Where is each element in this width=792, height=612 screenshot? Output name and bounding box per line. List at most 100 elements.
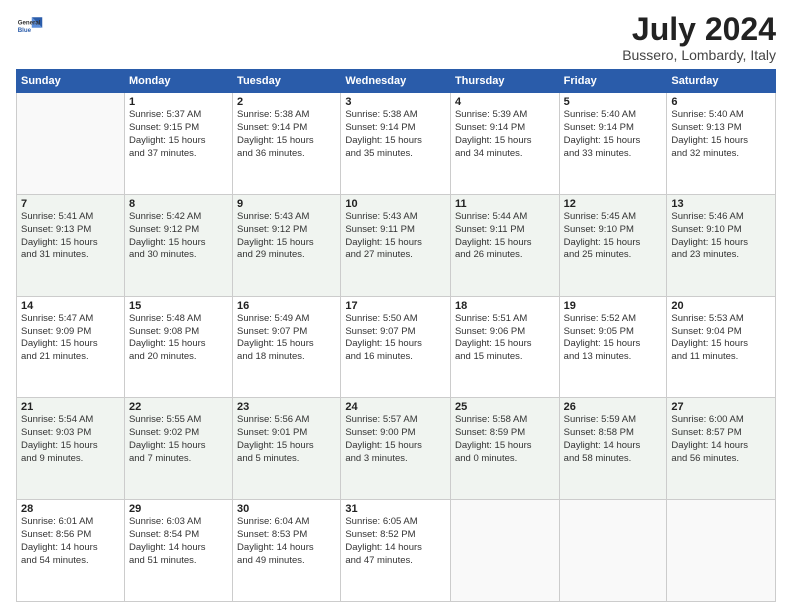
- weekday-sunday: Sunday: [17, 70, 125, 93]
- week-row-5: 28Sunrise: 6:01 AM Sunset: 8:56 PM Dayli…: [17, 500, 776, 602]
- day-info: Sunrise: 5:58 AM Sunset: 8:59 PM Dayligh…: [455, 414, 555, 465]
- week-row-1: 1Sunrise: 5:37 AM Sunset: 9:15 PM Daylig…: [17, 93, 776, 195]
- day-number: 27: [671, 401, 771, 413]
- day-number: 1: [129, 96, 228, 108]
- day-cell: 19Sunrise: 5:52 AM Sunset: 9:05 PM Dayli…: [559, 296, 667, 398]
- day-info: Sunrise: 5:45 AM Sunset: 9:10 PM Dayligh…: [564, 211, 663, 262]
- svg-text:General: General: [18, 19, 41, 26]
- day-cell: 21Sunrise: 5:54 AM Sunset: 9:03 PM Dayli…: [17, 398, 125, 500]
- day-cell: 26Sunrise: 5:59 AM Sunset: 8:58 PM Dayli…: [559, 398, 667, 500]
- day-info: Sunrise: 5:40 AM Sunset: 9:13 PM Dayligh…: [671, 109, 771, 160]
- day-number: 20: [671, 300, 771, 312]
- day-number: 2: [237, 96, 336, 108]
- day-number: 12: [564, 198, 663, 210]
- day-number: 17: [345, 300, 446, 312]
- day-cell: 31Sunrise: 6:05 AM Sunset: 8:52 PM Dayli…: [341, 500, 451, 602]
- day-info: Sunrise: 6:04 AM Sunset: 8:53 PM Dayligh…: [237, 516, 336, 567]
- day-info: Sunrise: 5:53 AM Sunset: 9:04 PM Dayligh…: [671, 313, 771, 364]
- day-number: 22: [129, 401, 228, 413]
- day-info: Sunrise: 5:51 AM Sunset: 9:06 PM Dayligh…: [455, 313, 555, 364]
- day-info: Sunrise: 5:57 AM Sunset: 9:00 PM Dayligh…: [345, 414, 446, 465]
- svg-text:Blue: Blue: [18, 27, 32, 34]
- day-number: 23: [237, 401, 336, 413]
- day-number: 7: [21, 198, 120, 210]
- day-info: Sunrise: 5:44 AM Sunset: 9:11 PM Dayligh…: [455, 211, 555, 262]
- day-number: 6: [671, 96, 771, 108]
- day-info: Sunrise: 5:38 AM Sunset: 9:14 PM Dayligh…: [345, 109, 446, 160]
- day-cell: 9Sunrise: 5:43 AM Sunset: 9:12 PM Daylig…: [233, 194, 341, 296]
- day-info: Sunrise: 5:50 AM Sunset: 9:07 PM Dayligh…: [345, 313, 446, 364]
- day-info: Sunrise: 5:55 AM Sunset: 9:02 PM Dayligh…: [129, 414, 228, 465]
- day-info: Sunrise: 5:47 AM Sunset: 9:09 PM Dayligh…: [21, 313, 120, 364]
- day-info: Sunrise: 5:43 AM Sunset: 9:12 PM Dayligh…: [237, 211, 336, 262]
- weekday-monday: Monday: [124, 70, 232, 93]
- day-number: 24: [345, 401, 446, 413]
- day-info: Sunrise: 5:42 AM Sunset: 9:12 PM Dayligh…: [129, 211, 228, 262]
- day-cell: 22Sunrise: 5:55 AM Sunset: 9:02 PM Dayli…: [124, 398, 232, 500]
- day-number: 16: [237, 300, 336, 312]
- day-number: 13: [671, 198, 771, 210]
- day-cell: [667, 500, 776, 602]
- day-info: Sunrise: 6:03 AM Sunset: 8:54 PM Dayligh…: [129, 516, 228, 567]
- day-number: 25: [455, 401, 555, 413]
- day-cell: 6Sunrise: 5:40 AM Sunset: 9:13 PM Daylig…: [667, 93, 776, 195]
- day-cell: [559, 500, 667, 602]
- day-cell: 23Sunrise: 5:56 AM Sunset: 9:01 PM Dayli…: [233, 398, 341, 500]
- day-info: Sunrise: 5:41 AM Sunset: 9:13 PM Dayligh…: [21, 211, 120, 262]
- day-cell: 2Sunrise: 5:38 AM Sunset: 9:14 PM Daylig…: [233, 93, 341, 195]
- day-cell: 16Sunrise: 5:49 AM Sunset: 9:07 PM Dayli…: [233, 296, 341, 398]
- logo-icon: General Blue: [16, 12, 44, 40]
- day-info: Sunrise: 5:49 AM Sunset: 9:07 PM Dayligh…: [237, 313, 336, 364]
- day-number: 18: [455, 300, 555, 312]
- header: General Blue July 2024 Bussero, Lombardy…: [16, 12, 776, 63]
- day-info: Sunrise: 5:37 AM Sunset: 9:15 PM Dayligh…: [129, 109, 228, 160]
- day-cell: 14Sunrise: 5:47 AM Sunset: 9:09 PM Dayli…: [17, 296, 125, 398]
- day-cell: 10Sunrise: 5:43 AM Sunset: 9:11 PM Dayli…: [341, 194, 451, 296]
- day-info: Sunrise: 5:56 AM Sunset: 9:01 PM Dayligh…: [237, 414, 336, 465]
- day-cell: 1Sunrise: 5:37 AM Sunset: 9:15 PM Daylig…: [124, 93, 232, 195]
- day-cell: [17, 93, 125, 195]
- day-number: 21: [21, 401, 120, 413]
- weekday-thursday: Thursday: [450, 70, 559, 93]
- week-row-2: 7Sunrise: 5:41 AM Sunset: 9:13 PM Daylig…: [17, 194, 776, 296]
- day-number: 4: [455, 96, 555, 108]
- day-cell: 13Sunrise: 5:46 AM Sunset: 9:10 PM Dayli…: [667, 194, 776, 296]
- week-row-4: 21Sunrise: 5:54 AM Sunset: 9:03 PM Dayli…: [17, 398, 776, 500]
- day-cell: 27Sunrise: 6:00 AM Sunset: 8:57 PM Dayli…: [667, 398, 776, 500]
- logo: General Blue: [16, 12, 44, 40]
- day-info: Sunrise: 5:46 AM Sunset: 9:10 PM Dayligh…: [671, 211, 771, 262]
- day-info: Sunrise: 5:43 AM Sunset: 9:11 PM Dayligh…: [345, 211, 446, 262]
- day-cell: [450, 500, 559, 602]
- day-cell: 28Sunrise: 6:01 AM Sunset: 8:56 PM Dayli…: [17, 500, 125, 602]
- day-info: Sunrise: 5:52 AM Sunset: 9:05 PM Dayligh…: [564, 313, 663, 364]
- day-cell: 25Sunrise: 5:58 AM Sunset: 8:59 PM Dayli…: [450, 398, 559, 500]
- day-cell: 5Sunrise: 5:40 AM Sunset: 9:14 PM Daylig…: [559, 93, 667, 195]
- day-number: 26: [564, 401, 663, 413]
- day-info: Sunrise: 5:39 AM Sunset: 9:14 PM Dayligh…: [455, 109, 555, 160]
- calendar-table: SundayMondayTuesdayWednesdayThursdayFrid…: [16, 69, 776, 602]
- day-cell: 12Sunrise: 5:45 AM Sunset: 9:10 PM Dayli…: [559, 194, 667, 296]
- day-info: Sunrise: 5:59 AM Sunset: 8:58 PM Dayligh…: [564, 414, 663, 465]
- day-number: 3: [345, 96, 446, 108]
- day-number: 30: [237, 503, 336, 515]
- weekday-tuesday: Tuesday: [233, 70, 341, 93]
- month-title: July 2024: [622, 12, 776, 47]
- day-info: Sunrise: 5:38 AM Sunset: 9:14 PM Dayligh…: [237, 109, 336, 160]
- day-info: Sunrise: 6:00 AM Sunset: 8:57 PM Dayligh…: [671, 414, 771, 465]
- weekday-friday: Friday: [559, 70, 667, 93]
- day-number: 19: [564, 300, 663, 312]
- day-number: 28: [21, 503, 120, 515]
- day-cell: 30Sunrise: 6:04 AM Sunset: 8:53 PM Dayli…: [233, 500, 341, 602]
- calendar-page: General Blue July 2024 Bussero, Lombardy…: [0, 0, 792, 612]
- day-cell: 18Sunrise: 5:51 AM Sunset: 9:06 PM Dayli…: [450, 296, 559, 398]
- weekday-saturday: Saturday: [667, 70, 776, 93]
- day-cell: 29Sunrise: 6:03 AM Sunset: 8:54 PM Dayli…: [124, 500, 232, 602]
- day-number: 14: [21, 300, 120, 312]
- title-section: July 2024 Bussero, Lombardy, Italy: [622, 12, 776, 63]
- day-info: Sunrise: 5:48 AM Sunset: 9:08 PM Dayligh…: [129, 313, 228, 364]
- weekday-wednesday: Wednesday: [341, 70, 451, 93]
- day-cell: 11Sunrise: 5:44 AM Sunset: 9:11 PM Dayli…: [450, 194, 559, 296]
- day-info: Sunrise: 5:40 AM Sunset: 9:14 PM Dayligh…: [564, 109, 663, 160]
- day-number: 8: [129, 198, 228, 210]
- day-cell: 20Sunrise: 5:53 AM Sunset: 9:04 PM Dayli…: [667, 296, 776, 398]
